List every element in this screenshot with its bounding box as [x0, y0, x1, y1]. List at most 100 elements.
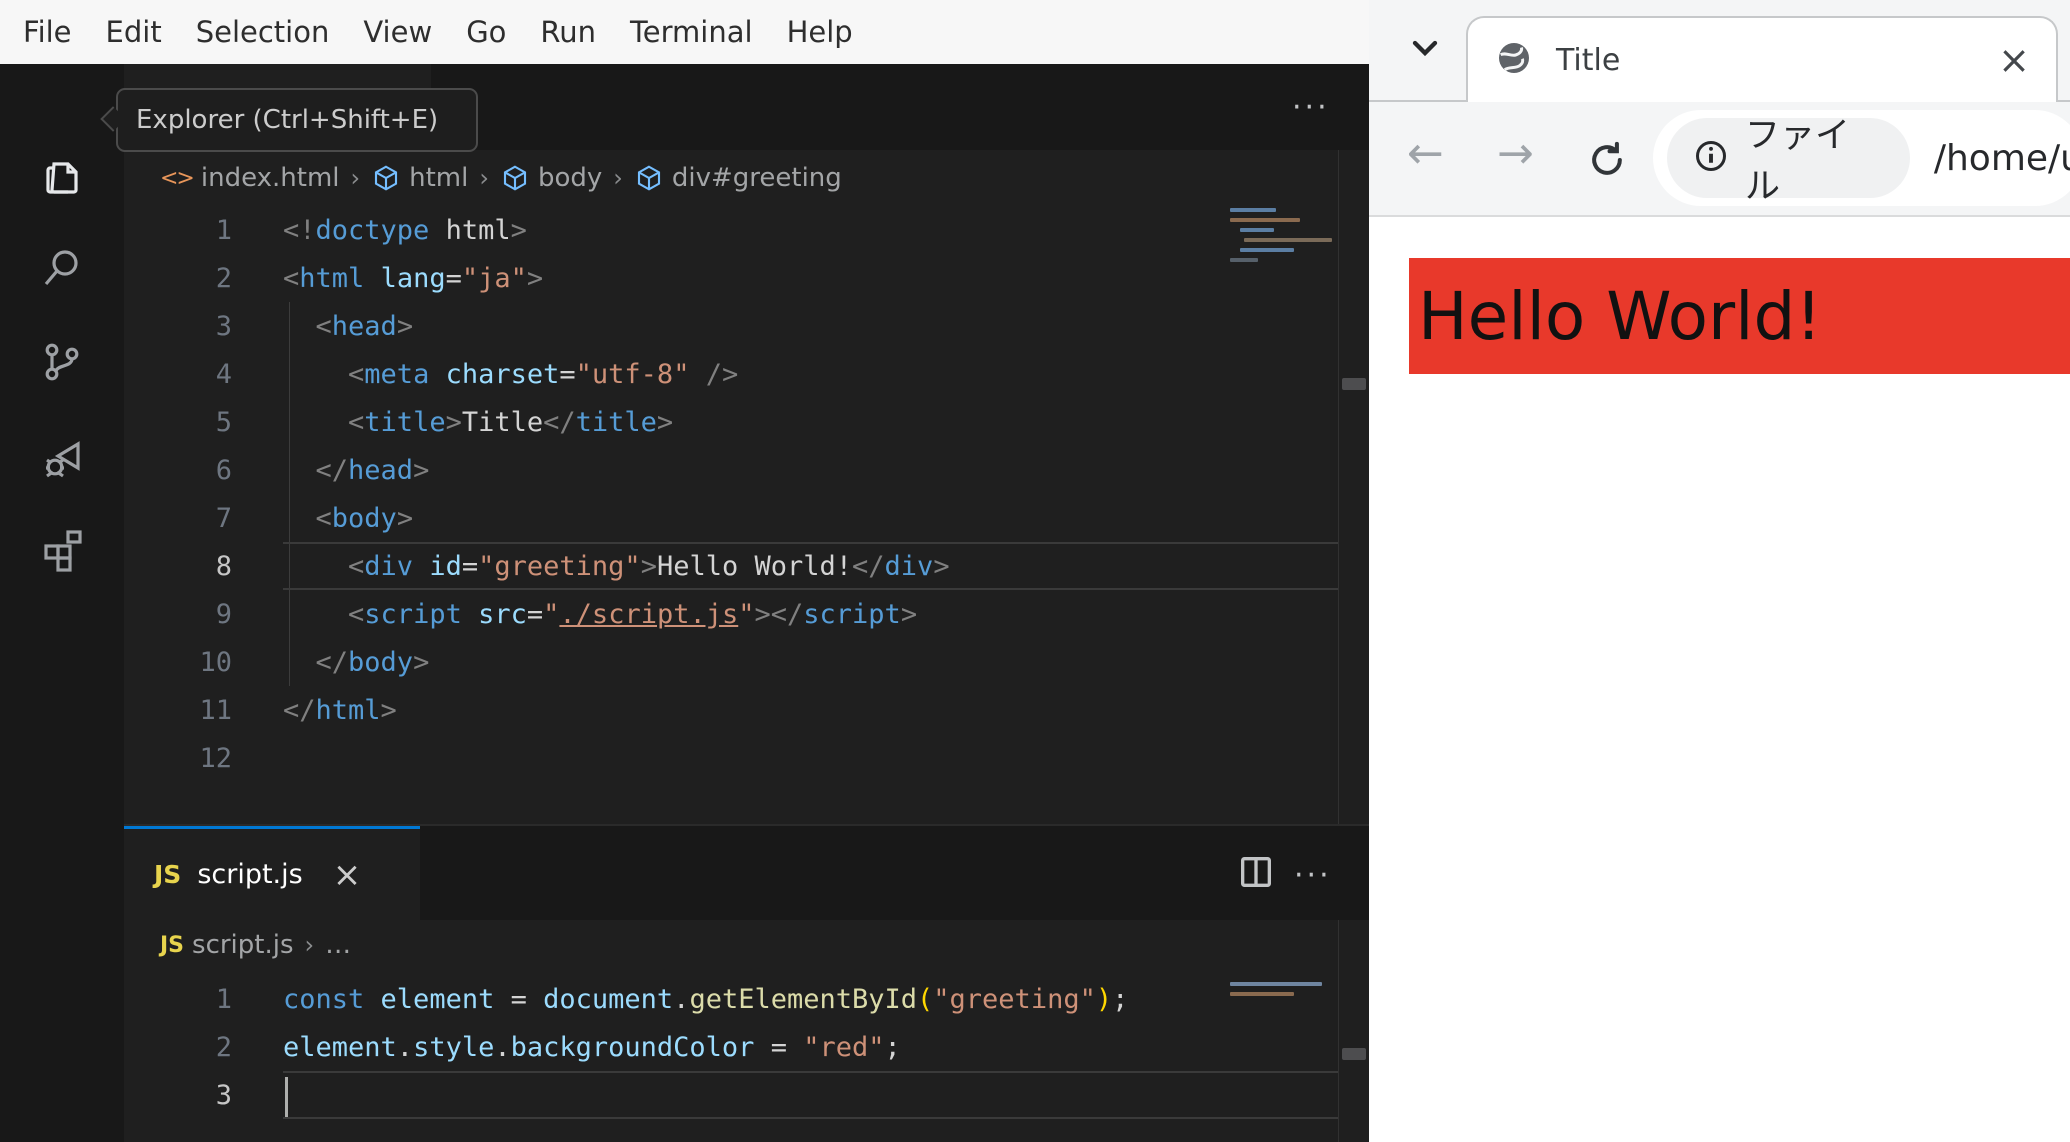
minimap-bottom[interactable]: [1230, 982, 1330, 996]
menu-item-terminal[interactable]: Terminal: [613, 0, 770, 64]
js-file-icon: JS: [160, 932, 185, 958]
indent-guide: [289, 302, 290, 686]
line-number: 3: [215, 1079, 232, 1111]
scrollbar-top-editor[interactable]: [1338, 150, 1369, 824]
code-text: <meta charset="utf-8" />: [348, 358, 739, 390]
greeting-div: Hello World!: [1409, 258, 2070, 374]
code-line[interactable]: 3 <head>: [124, 302, 1338, 350]
code-line[interactable]: 4 <meta charset="utf-8" />: [124, 350, 1338, 398]
editor-actions-more-icon[interactable]: ···: [1292, 93, 1330, 123]
code-line[interactable]: 1 <!doctype html>: [124, 206, 1338, 254]
code-line[interactable]: 7 <body>: [124, 494, 1338, 542]
line-number: 9: [215, 598, 232, 630]
breadcrumb-label: html: [409, 163, 469, 193]
code-line[interactable]: 9 <script src="./script.js"></script>: [124, 590, 1338, 638]
line-number: 8: [215, 550, 232, 582]
line-number: 12: [199, 742, 232, 774]
breadcrumb-index-html: <> index.html › html › body › div#greeting: [160, 150, 1260, 206]
breadcrumb-item[interactable]: …: [325, 930, 351, 960]
code-text: element.style.backgroundColor = "red";: [283, 1031, 901, 1063]
code-line[interactable]: 10 </body>: [124, 638, 1338, 686]
tab-label: script.js: [197, 859, 303, 890]
browser-toolbar: ← → ファイル /home/u: [1369, 102, 2070, 215]
breadcrumb-separator: ›: [613, 164, 623, 192]
url-text[interactable]: /home/u: [1910, 138, 2070, 179]
code-line[interactable]: 11 </html>: [124, 686, 1338, 734]
breadcrumb-item[interactable]: JS script.js: [160, 930, 294, 960]
breadcrumb-separator: ›: [304, 931, 315, 959]
code-text: <body>: [315, 502, 414, 534]
browser-tabstrip: Title ×: [1369, 0, 2070, 102]
breadcrumb-script-js: JS script.js › …: [160, 918, 1060, 972]
menu-item-view[interactable]: View: [346, 0, 449, 64]
vscode-window: File Edit Selection View Go Run Terminal Help: [0, 0, 1369, 1142]
line-number: 3: [215, 310, 232, 342]
menu-item-help[interactable]: Help: [770, 0, 870, 64]
breadcrumb-label: index.html: [200, 163, 340, 193]
js-file-icon: JS: [154, 860, 182, 889]
close-tab-icon[interactable]: ×: [1998, 41, 2030, 79]
code-text: <title>Title</title>: [348, 406, 674, 438]
editor-actions-more-icon[interactable]: ···: [1294, 861, 1332, 891]
extensions-icon[interactable]: [34, 520, 90, 576]
line-number: 11: [199, 694, 232, 726]
menu-item-edit[interactable]: Edit: [89, 0, 179, 64]
line-number: 2: [215, 262, 232, 294]
browser-page: Hello World!: [1369, 217, 2070, 1142]
menu-item-file[interactable]: File: [6, 0, 89, 64]
chip-label: ファイル: [1745, 116, 1851, 207]
activity-bar: [0, 64, 124, 1142]
reload-button[interactable]: [1585, 138, 1629, 186]
code-text: <html lang="ja">: [283, 262, 544, 294]
breadcrumb-item[interactable]: body: [500, 163, 602, 193]
code-text: <head>: [315, 310, 414, 342]
search-icon[interactable]: [34, 240, 90, 296]
breadcrumb-item[interactable]: <> index.html: [160, 163, 340, 193]
source-control-icon[interactable]: [34, 334, 90, 390]
breadcrumb-item[interactable]: html: [371, 163, 468, 193]
code-line[interactable]: 1 const element = document.getElementById…: [124, 975, 1338, 1023]
scrollbar-handle[interactable]: [1342, 378, 1366, 390]
symbol-cube-icon: [503, 165, 527, 191]
globe-icon: [1494, 38, 1534, 82]
line-number: 2: [215, 1031, 232, 1063]
forward-button[interactable]: →: [1497, 132, 1534, 176]
scrollbar-bottom-editor[interactable]: [1338, 920, 1369, 1142]
editor-tabbar-bottom: JS script.js × ···: [124, 826, 1369, 920]
tab-script-js[interactable]: JS script.js ×: [124, 826, 420, 920]
scrollbar-handle[interactable]: [1342, 1048, 1366, 1060]
line-number: 1: [215, 983, 232, 1015]
code-line[interactable]: 2 element.style.backgroundColor = "red";: [124, 1023, 1338, 1071]
code-line[interactable]: 2 <html lang="ja">: [124, 254, 1338, 302]
tooltip-text: Explorer (Ctrl+Shift+E): [136, 105, 439, 135]
menu-item-go[interactable]: Go: [449, 0, 523, 64]
split-editor-icon[interactable]: [1236, 852, 1276, 896]
close-tab-icon[interactable]: ×: [319, 858, 362, 892]
breadcrumb-label: …: [325, 930, 352, 960]
breadcrumb-separator: ›: [479, 164, 489, 192]
address-bar[interactable]: ファイル /home/u: [1653, 110, 2070, 207]
tab-title-label: Title: [1556, 42, 1621, 78]
screenshot-root: File Edit Selection View Go Run Terminal Help: [0, 0, 2070, 1142]
code-line[interactable]: 12: [124, 734, 1338, 782]
code-line[interactable]: 5 <title>Title</title>: [124, 398, 1338, 446]
vscode-menubar: File Edit Selection View Go Run Terminal Help: [0, 0, 1369, 64]
tab-list-chevron-icon[interactable]: [1405, 28, 1445, 72]
back-button[interactable]: ←: [1407, 132, 1444, 176]
code-text: </html>: [283, 694, 397, 726]
code-text: <script src="./script.js"></script>: [348, 598, 918, 630]
run-debug-icon[interactable]: [34, 430, 90, 486]
code-line[interactable]: 6 </head>: [124, 446, 1338, 494]
minimap-top[interactable]: [1230, 208, 1332, 262]
symbol-cube-icon: [637, 165, 660, 191]
breadcrumb-separator: ›: [350, 164, 361, 192]
code-text: const element = document.getElementById(…: [283, 983, 1129, 1015]
explorer-icon[interactable]: [34, 148, 90, 204]
line-number: 7: [215, 502, 232, 534]
browser-tab-title[interactable]: Title ×: [1466, 16, 2058, 102]
breadcrumb-item[interactable]: div#greeting: [634, 163, 842, 193]
menu-item-selection[interactable]: Selection: [179, 0, 347, 64]
site-info-chip[interactable]: ファイル: [1667, 116, 1910, 207]
menu-item-run[interactable]: Run: [523, 0, 613, 64]
greeting-text: Hello World!: [1418, 277, 1822, 355]
